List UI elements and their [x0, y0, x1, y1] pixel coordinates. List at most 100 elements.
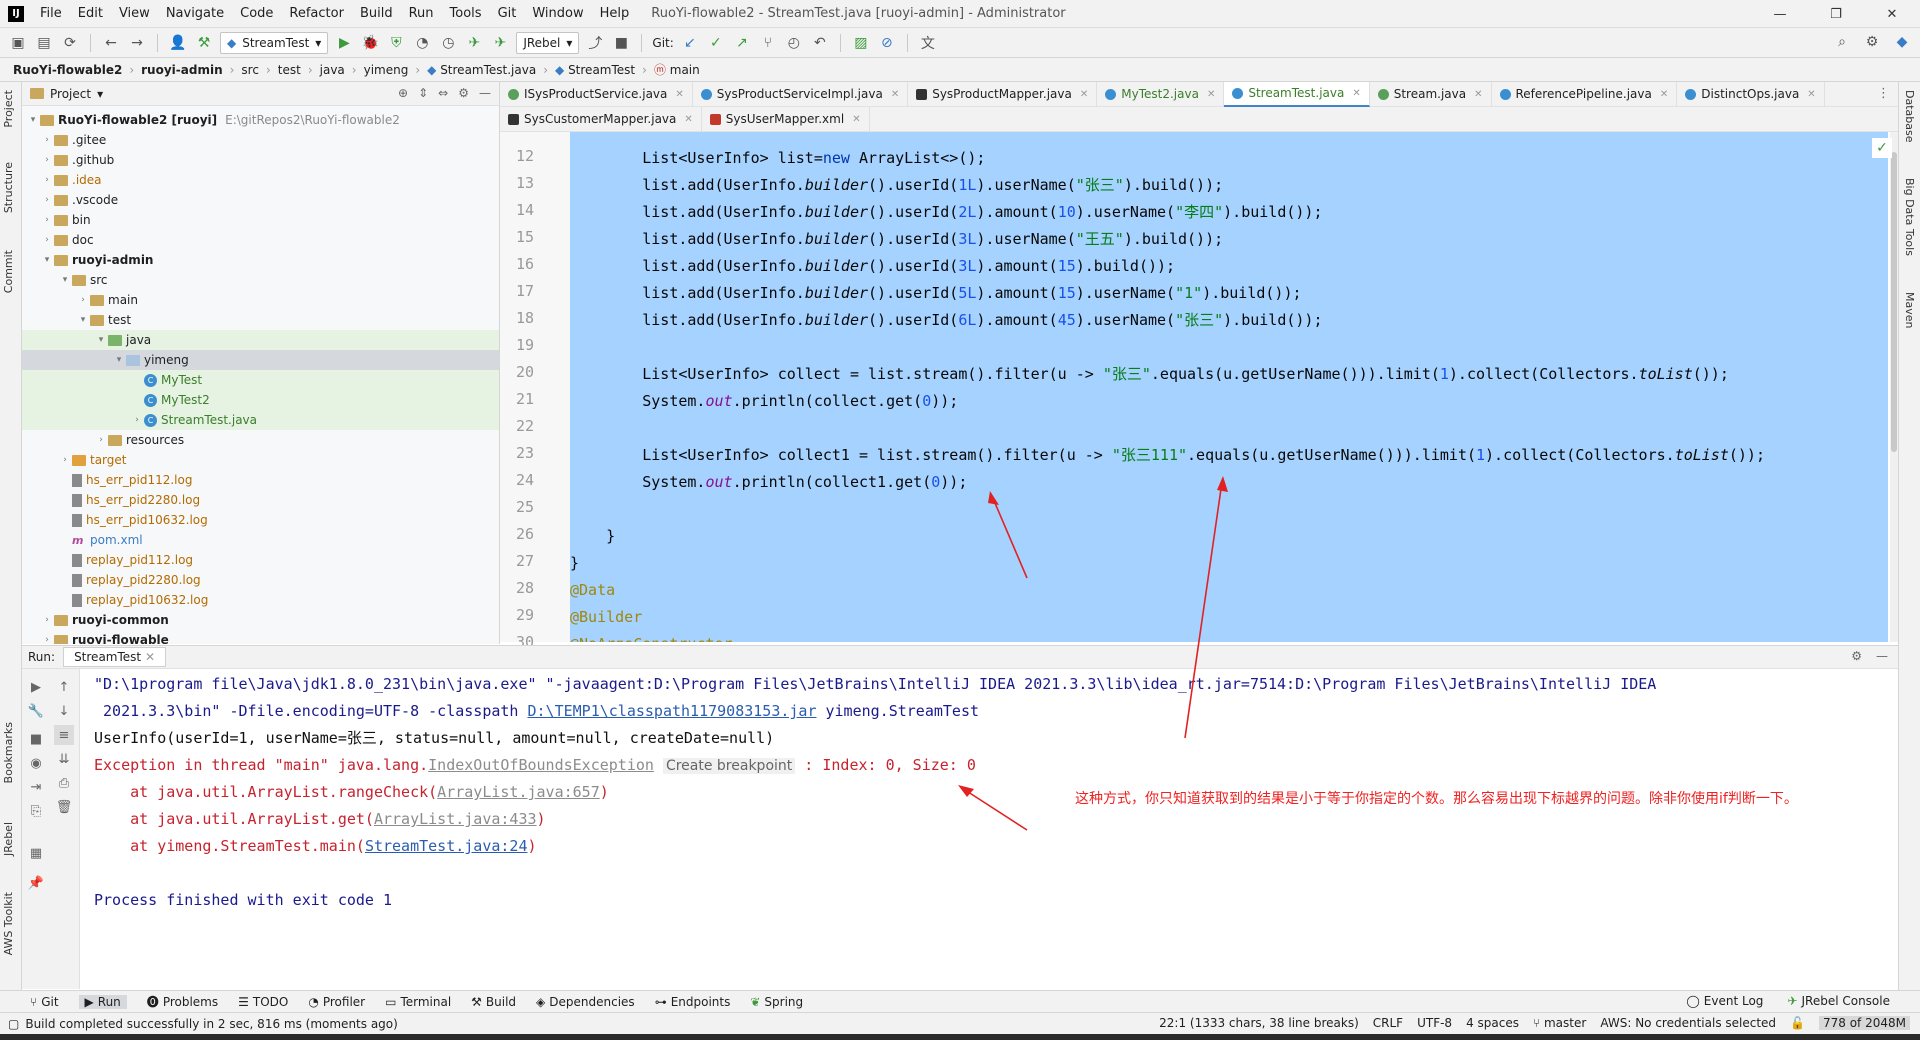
- editor-scrollbar[interactable]: [1890, 132, 1898, 642]
- forward-icon[interactable]: →: [127, 33, 147, 53]
- tree-item[interactable]: › bin: [22, 210, 499, 230]
- editor-tab[interactable]: Stream.java ✕: [1370, 81, 1492, 107]
- sync-icon[interactable]: ⟳: [60, 33, 80, 53]
- menu-file[interactable]: File: [32, 0, 70, 28]
- camera-icon[interactable]: ◉: [26, 753, 46, 773]
- close-icon[interactable]: ✕: [852, 114, 860, 125]
- expand-all-icon[interactable]: ⇕: [418, 86, 428, 100]
- editor-tab[interactable]: SysUserMapper.xml ✕: [702, 106, 870, 132]
- tool-tab-build[interactable]: ⚒ Build: [471, 995, 516, 1009]
- tree-item[interactable]: C MyTest2: [22, 390, 499, 410]
- tree-item[interactable]: ▾ ruoyi-admin: [22, 250, 499, 270]
- collapse-all-icon[interactable]: ⇔: [438, 86, 448, 100]
- pin-icon[interactable]: 📌: [26, 873, 46, 893]
- aws-credentials[interactable]: AWS: No credentials selected: [1600, 1016, 1776, 1030]
- memory-indicator[interactable]: 778 of 2048M: [1819, 1016, 1910, 1030]
- menu-navigate[interactable]: Navigate: [158, 0, 232, 28]
- tree-item[interactable]: hs_err_pid112.log: [22, 470, 499, 490]
- breadcrumb-test[interactable]: test: [275, 63, 304, 77]
- tool-tab-dependencies[interactable]: ◈ Dependencies: [536, 995, 635, 1009]
- tree-item[interactable]: › main: [22, 290, 499, 310]
- breadcrumb-src[interactable]: src: [238, 63, 262, 77]
- user-icon[interactable]: 👤: [168, 33, 188, 53]
- breadcrumb-project[interactable]: RuoYi-flowable2: [10, 63, 125, 77]
- gear-icon[interactable]: ⚙: [1862, 32, 1882, 52]
- stacktrace-link[interactable]: ArrayList.java:433: [374, 810, 537, 828]
- menu-code[interactable]: Code: [232, 0, 281, 28]
- tree-item[interactable]: › doc: [22, 230, 499, 250]
- file-encoding[interactable]: UTF-8: [1417, 1016, 1452, 1030]
- editor-tab[interactable]: DistinctOps.java ✕: [1677, 81, 1825, 107]
- tool-tab-git[interactable]: ⑂ Git: [30, 995, 59, 1009]
- tree-item[interactable]: m pom.xml: [22, 530, 499, 550]
- open-folder-icon[interactable]: ▣: [8, 33, 28, 53]
- breadcrumb-yimeng[interactable]: yimeng: [361, 63, 412, 77]
- scroll-up-icon[interactable]: ↑: [54, 677, 74, 697]
- editor-tab[interactable]: SysCustomerMapper.java ✕: [500, 106, 702, 132]
- jrebel-select[interactable]: JRebel ▾: [516, 31, 580, 54]
- scroll-down-icon[interactable]: ↓: [54, 701, 74, 721]
- menu-edit[interactable]: Edit: [70, 0, 111, 28]
- status-message[interactable]: Build completed successfully in 2 sec, 8…: [25, 1017, 397, 1031]
- breadcrumb-file[interactable]: ◆ StreamTest.java: [424, 63, 539, 77]
- tree-item[interactable]: replay_pid112.log: [22, 550, 499, 570]
- git-branch[interactable]: ⑂ master: [1533, 1016, 1586, 1030]
- rerun-icon[interactable]: ▶: [26, 677, 46, 697]
- menu-build[interactable]: Build: [352, 0, 401, 28]
- tool-tab-endpoints[interactable]: ⊶ Endpoints: [655, 995, 731, 1009]
- stripe-tab-jrebel[interactable]: JRebel: [2, 822, 15, 856]
- menu-window[interactable]: Window: [524, 0, 591, 28]
- tree-item[interactable]: › .idea: [22, 170, 499, 190]
- tree-item[interactable]: › .github: [22, 150, 499, 170]
- stacktrace-link[interactable]: StreamTest.java:24: [365, 837, 528, 855]
- tree-item[interactable]: replay_pid2280.log: [22, 570, 499, 590]
- tree-item[interactable]: ▾ src: [22, 270, 499, 290]
- search-icon[interactable]: ⌕: [1832, 32, 1852, 52]
- menu-run[interactable]: Run: [401, 0, 442, 28]
- hide-icon[interactable]: —: [479, 86, 491, 100]
- indent-setting[interactable]: 4 spaces: [1466, 1016, 1519, 1030]
- breadcrumb-method[interactable]: ⓜ main: [651, 61, 703, 78]
- stacktrace-link[interactable]: ArrayList.java:657: [437, 783, 600, 801]
- line-separator[interactable]: CRLF: [1373, 1016, 1403, 1030]
- run-more-icon[interactable]: ◷: [438, 33, 458, 53]
- stripe-tab-aws-toolkit[interactable]: AWS Toolkit: [2, 892, 15, 955]
- soft-wrap-icon[interactable]: ≡: [54, 725, 74, 745]
- tree-item[interactable]: ▾ java: [22, 330, 499, 350]
- code-editor[interactable]: List<UserInfo> list=new ArrayList<>(); l…: [570, 132, 1888, 642]
- toolbox-icon[interactable]: ◆: [1892, 32, 1912, 52]
- stripe-tab-database[interactable]: Database: [1903, 90, 1916, 143]
- breadcrumb-class[interactable]: ◆ StreamTest: [552, 63, 638, 77]
- print-icon[interactable]: ⎙: [54, 773, 74, 793]
- stripe-tab-big-data-tools[interactable]: Big Data Tools: [1903, 178, 1916, 256]
- stop-icon[interactable]: ■: [611, 33, 631, 53]
- scroll-to-end-icon[interactable]: ⇊: [54, 749, 74, 769]
- close-icon[interactable]: ✕: [1864, 0, 1920, 28]
- editor-tab[interactable]: ISysProductService.java ✕: [500, 81, 693, 107]
- stripe-tab-bookmarks[interactable]: Bookmarks: [2, 722, 15, 783]
- jrebel-run-icon[interactable]: ✈: [464, 33, 484, 53]
- tool-tab-todo[interactable]: ☰ TODO: [238, 995, 288, 1009]
- git-history-icon[interactable]: ◴: [784, 33, 804, 53]
- tree-item[interactable]: replay_pid10632.log: [22, 590, 499, 610]
- stop-icon[interactable]: ■: [26, 729, 46, 749]
- menu-view[interactable]: View: [111, 0, 158, 28]
- editor-tab-active[interactable]: StreamTest.java ✕: [1224, 81, 1370, 107]
- close-icon[interactable]: ✕: [145, 650, 155, 664]
- menu-refactor[interactable]: Refactor: [281, 0, 352, 28]
- no-entry-icon[interactable]: ⊘: [877, 33, 897, 53]
- stripe-tab-project[interactable]: Project: [2, 90, 15, 128]
- editor-tab[interactable]: SysProductServiceImpl.java ✕: [693, 81, 909, 107]
- tool-tab-spring[interactable]: ❦ Spring: [750, 995, 803, 1009]
- lock-icon[interactable]: 🔓: [1790, 1016, 1805, 1030]
- tool-tab-jrebel-console[interactable]: ✈ JRebel Console: [1787, 994, 1890, 1008]
- tree-item[interactable]: hs_err_pid10632.log: [22, 510, 499, 530]
- classpath-link[interactable]: D:\TEMP1\classpath1179083153.jar: [527, 702, 816, 720]
- close-icon[interactable]: ✕: [684, 114, 692, 125]
- close-icon[interactable]: ✕: [1207, 89, 1215, 100]
- gear-icon[interactable]: ⚙: [458, 86, 469, 100]
- create-breakpoint-hint[interactable]: Create breakpoint: [662, 758, 796, 774]
- run-config-select[interactable]: ◆ StreamTest ▾: [220, 31, 329, 54]
- tool-tab-problems[interactable]: ⓿ Problems: [147, 993, 218, 1010]
- tree-item[interactable]: › resources: [22, 430, 499, 450]
